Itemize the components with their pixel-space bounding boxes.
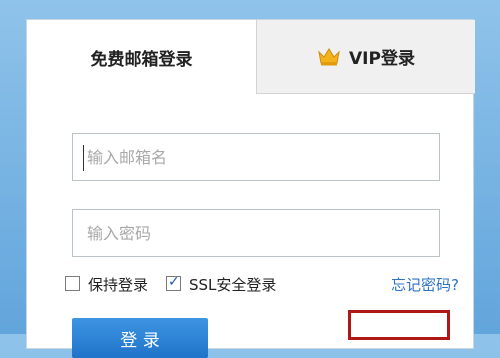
tab-free-mail-login[interactable]: 免费邮箱登录 (27, 20, 256, 94)
email-field[interactable] (72, 133, 440, 181)
login-panel: 免费邮箱登录 VIP登录 保持登录 SSL安全登录 忘记密码? 登 录 (26, 19, 475, 358)
highlight-box (348, 310, 450, 340)
forgot-password-link[interactable]: 忘记密码? (391, 274, 459, 295)
password-input[interactable] (73, 210, 439, 256)
tab-vip-login[interactable]: VIP登录 (256, 20, 475, 94)
password-field[interactable] (72, 209, 440, 257)
tab-vip-login-label: VIP登录 (349, 49, 415, 69)
crown-icon (318, 47, 340, 65)
ssl-login-checkbox[interactable] (166, 274, 181, 291)
tab-free-mail-login-label: 免费邮箱登录 (90, 49, 193, 70)
keep-login-label: 保持登录 (88, 276, 149, 294)
login-options: 保持登录 SSL安全登录 忘记密码? (65, 273, 465, 297)
login-button[interactable]: 登 录 (72, 318, 208, 358)
login-tabs: 免费邮箱登录 VIP登录 (27, 20, 475, 94)
ssl-login-label: SSL安全登录 (189, 276, 277, 294)
email-input[interactable] (73, 134, 439, 180)
keep-login-checkbox[interactable] (65, 276, 80, 291)
login-button-label: 登 录 (120, 331, 160, 351)
